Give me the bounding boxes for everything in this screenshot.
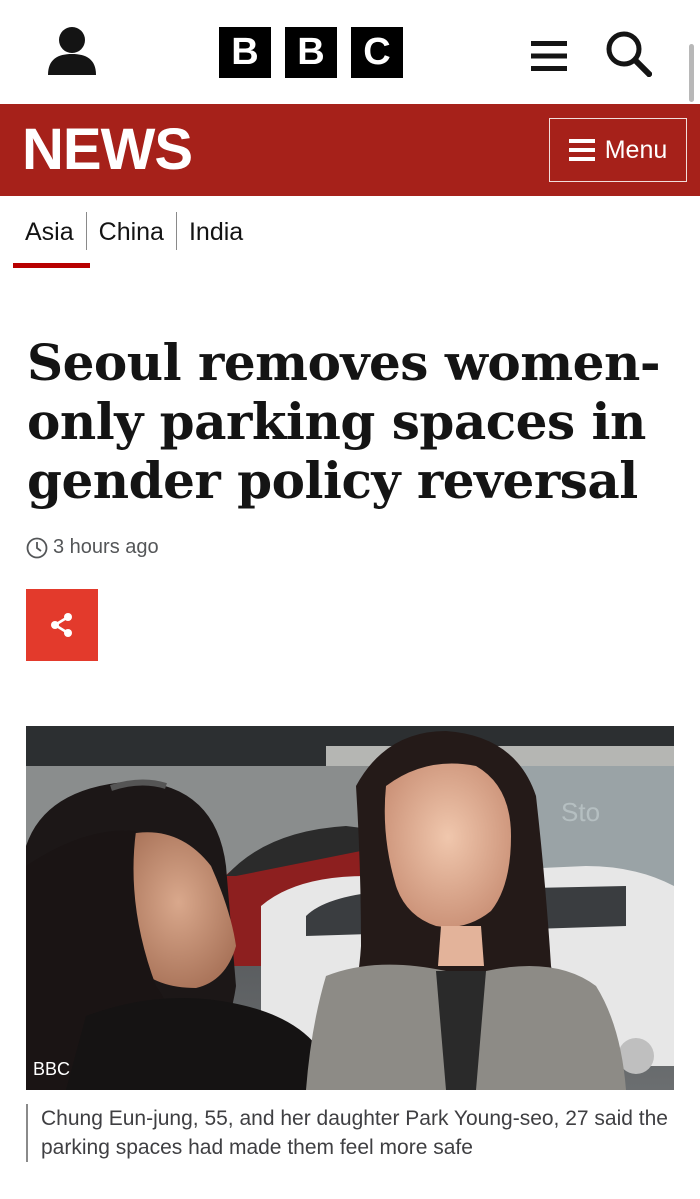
bbc-logo-letter: B — [219, 27, 271, 78]
share-icon — [51, 613, 72, 637]
article-photo[interactable]: Sto BBC — [26, 726, 674, 1090]
bbc-logo[interactable]: B B C — [219, 27, 403, 78]
article-headline: Seoul removes women-only parking spaces … — [27, 333, 661, 510]
news-section-title[interactable]: NEWS — [22, 120, 193, 180]
subnav-item-asia[interactable]: Asia — [13, 212, 86, 250]
news-banner: NEWS Menu — [0, 104, 700, 196]
search-icon[interactable] — [604, 29, 652, 77]
region-subnav: Asia China India — [13, 212, 255, 268]
photo-two-women-in-parking-garage: Sto — [26, 726, 674, 1090]
bbc-logo-letter: C — [351, 27, 403, 78]
account-icon[interactable] — [46, 26, 98, 76]
scrollbar[interactable] — [689, 44, 694, 102]
bbc-top-bar: B B C — [0, 0, 700, 104]
clock-icon — [26, 537, 48, 558]
menu-icon — [568, 139, 595, 161]
hamburger-icon[interactable] — [531, 40, 567, 72]
svg-text:Sto: Sto — [561, 797, 600, 827]
article-timestamp: 3 hours ago — [26, 536, 159, 559]
menu-label: Menu — [604, 135, 668, 164]
image-caption: Chung Eun-jung, 55, and her daughter Par… — [26, 1104, 676, 1162]
share-button[interactable] — [26, 589, 98, 661]
bbc-logo-letter: B — [285, 27, 337, 78]
subnav-item-china[interactable]: China — [85, 212, 176, 250]
timestamp-text: 3 hours ago — [53, 536, 159, 558]
active-tab-indicator — [13, 263, 90, 268]
menu-button[interactable]: Menu — [549, 118, 687, 182]
image-credit: BBC — [33, 1059, 71, 1079]
subnav-item-india[interactable]: India — [175, 212, 255, 250]
